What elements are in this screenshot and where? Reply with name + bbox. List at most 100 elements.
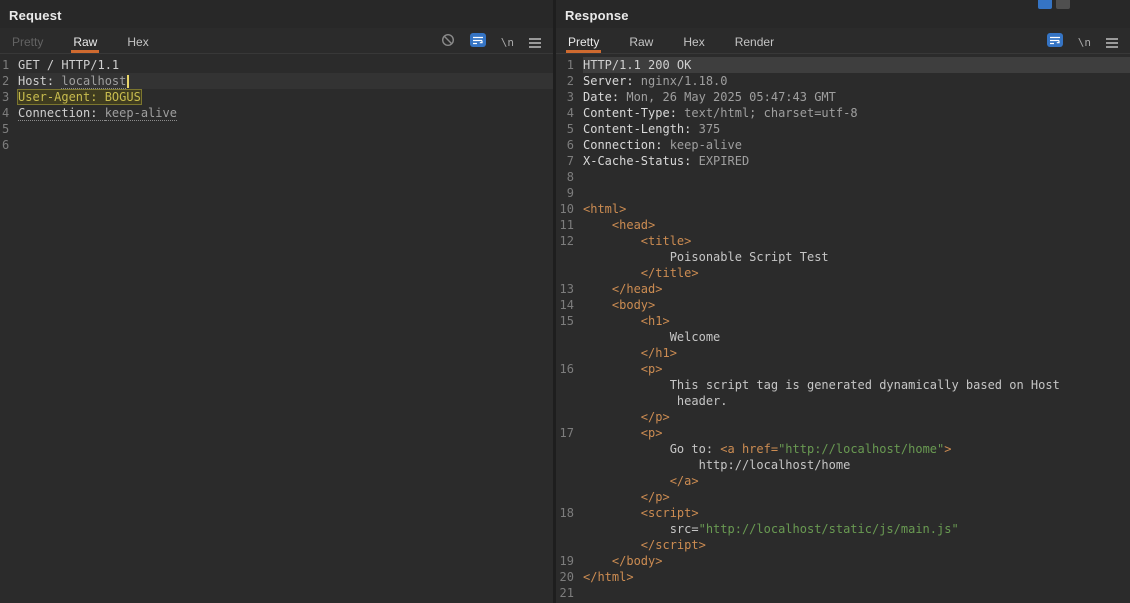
- line-number: 18: [556, 505, 574, 521]
- code-line[interactable]: 1 GET / HTTP/1.1: [0, 57, 553, 73]
- line-number: 1: [0, 57, 12, 73]
- code-line[interactable]: 6Connection: keep-alive: [556, 137, 1130, 153]
- code-line[interactable]: 21: [556, 585, 1130, 601]
- code-line[interactable]: 2 Server: nginx/1.18.0: [556, 73, 1130, 89]
- window-top-icons: [1038, 0, 1070, 9]
- code-line[interactable]: 2 Host: localhost: [0, 73, 553, 89]
- editor-menu-icon[interactable]: [1106, 38, 1118, 48]
- code-line[interactable]: 15 <h1>: [556, 313, 1130, 329]
- panel-restore-icon[interactable]: [1056, 0, 1070, 9]
- code-line[interactable]: 16 <p>: [556, 361, 1130, 377]
- request-tab-tools: \n: [441, 33, 541, 52]
- line-number: 17: [556, 425, 574, 441]
- code-line[interactable]: This script tag is generated dynamically…: [556, 377, 1130, 393]
- code-text: Connection: keep-alive: [18, 105, 553, 121]
- code-line[interactable]: 11 <head>: [556, 217, 1130, 233]
- no-highlight-icon[interactable]: [441, 33, 455, 52]
- text-caret: [127, 75, 129, 88]
- code-text: <h1>: [583, 313, 1130, 329]
- code-line[interactable]: header.: [556, 393, 1130, 409]
- line-number: 11: [556, 217, 574, 233]
- code-line[interactable]: 3User-Agent: BOGUS: [0, 89, 553, 105]
- line-number: [556, 521, 574, 537]
- show-newlines-icon[interactable]: \n: [1078, 36, 1091, 49]
- line-number: 2: [0, 73, 12, 89]
- request-panel-header: Request: [0, 0, 553, 28]
- code-line[interactable]: 12 <title>: [556, 233, 1130, 249]
- code-text: </p>: [583, 409, 1130, 425]
- code-text: </a>: [583, 473, 1130, 489]
- code-line[interactable]: 17 <p>: [556, 425, 1130, 441]
- response-tab-raw[interactable]: Raw: [627, 28, 655, 53]
- code-line[interactable]: Welcome: [556, 329, 1130, 345]
- code-text: Host: localhost: [18, 73, 553, 89]
- request-editor[interactable]: 1 GET / HTTP/1.1 2 Host: localhost3User-Age…: [0, 54, 553, 603]
- line-number: 1: [556, 57, 574, 73]
- code-text: GET / HTTP/1.1: [18, 57, 553, 73]
- request-panel: Request Pretty Raw Hex: [0, 0, 553, 603]
- code-line[interactable]: 14 <body>: [556, 297, 1130, 313]
- request-tab-hex[interactable]: Hex: [125, 28, 150, 53]
- code-line[interactable]: </p>: [556, 409, 1130, 425]
- code-line[interactable]: </p>: [556, 489, 1130, 505]
- code-line[interactable]: </title>: [556, 265, 1130, 281]
- line-number: [556, 393, 574, 409]
- code-line[interactable]: 10<html>: [556, 201, 1130, 217]
- code-line[interactable]: Go to: <a href="http://localhost/home">: [556, 441, 1130, 457]
- code-line[interactable]: 18 <script>: [556, 505, 1130, 521]
- code-line[interactable]: </a>: [556, 473, 1130, 489]
- show-newlines-icon[interactable]: \n: [501, 36, 514, 49]
- line-number: [556, 377, 574, 393]
- code-text: <body>: [583, 297, 1130, 313]
- response-panel: Response Pretty Raw Hex Render \n 1HTTP/…: [556, 0, 1130, 603]
- code-line[interactable]: 19 </body>: [556, 553, 1130, 569]
- line-number: [556, 249, 574, 265]
- line-number: 13: [556, 281, 574, 297]
- code-line[interactable]: 1HTTP/1.1 200 OK: [556, 57, 1130, 73]
- code-line[interactable]: 5Content-Length: 375: [556, 121, 1130, 137]
- code-text: [18, 121, 553, 137]
- panel-maximize-icon[interactable]: [1038, 0, 1052, 9]
- request-tab-raw[interactable]: Raw: [71, 28, 99, 53]
- response-tab-pretty[interactable]: Pretty: [566, 28, 601, 53]
- line-number: [556, 345, 574, 361]
- code-line[interactable]: 4Content-Type: text/html; charset=utf-8: [556, 105, 1130, 121]
- line-number: 3: [0, 89, 12, 105]
- code-line[interactable]: 3Date: Mon, 26 May 2025 05:47:43 GMT: [556, 89, 1130, 105]
- code-line[interactable]: 8: [556, 169, 1130, 185]
- code-line[interactable]: 7X-Cache-Status: EXPIRED: [556, 153, 1130, 169]
- code-text: <head>: [583, 217, 1130, 233]
- code-text: Welcome: [583, 329, 1130, 345]
- soft-wrap-icon[interactable]: [470, 33, 486, 52]
- code-text: </html>: [583, 569, 1130, 585]
- request-tab-pretty[interactable]: Pretty: [10, 28, 45, 53]
- code-line[interactable]: </script>: [556, 537, 1130, 553]
- line-number: [556, 329, 574, 345]
- code-line[interactable]: 9: [556, 185, 1130, 201]
- code-line[interactable]: 13 </head>: [556, 281, 1130, 297]
- code-line[interactable]: 5: [0, 121, 553, 137]
- line-number: [556, 409, 574, 425]
- code-text: </title>: [583, 265, 1130, 281]
- code-line[interactable]: </h1>: [556, 345, 1130, 361]
- line-number: 20: [556, 569, 574, 585]
- editor-menu-icon[interactable]: [529, 38, 541, 48]
- line-number: 15: [556, 313, 574, 329]
- line-number: 16: [556, 361, 574, 377]
- code-line[interactable]: 6: [0, 137, 553, 153]
- code-text: </script>: [583, 537, 1130, 553]
- code-text: [583, 585, 1130, 601]
- code-line[interactable]: http://localhost/home: [556, 457, 1130, 473]
- response-editor[interactable]: 1HTTP/1.1 200 OK2 Server: nginx/1.18.03Da…: [556, 54, 1130, 603]
- response-tab-hex[interactable]: Hex: [681, 28, 706, 53]
- code-line[interactable]: 4Connection: keep-alive: [0, 105, 553, 121]
- code-line[interactable]: 20 </html>: [556, 569, 1130, 585]
- line-number: 2: [556, 73, 574, 89]
- code-line[interactable]: Poisonable Script Test: [556, 249, 1130, 265]
- response-tab-render[interactable]: Render: [733, 28, 776, 53]
- code-text: Server: nginx/1.18.0: [583, 73, 1130, 89]
- soft-wrap-icon[interactable]: [1047, 33, 1063, 52]
- line-number: 10: [556, 201, 574, 217]
- code-line[interactable]: src="http://localhost/static/js/main.js": [556, 521, 1130, 537]
- code-text: [583, 185, 1130, 201]
